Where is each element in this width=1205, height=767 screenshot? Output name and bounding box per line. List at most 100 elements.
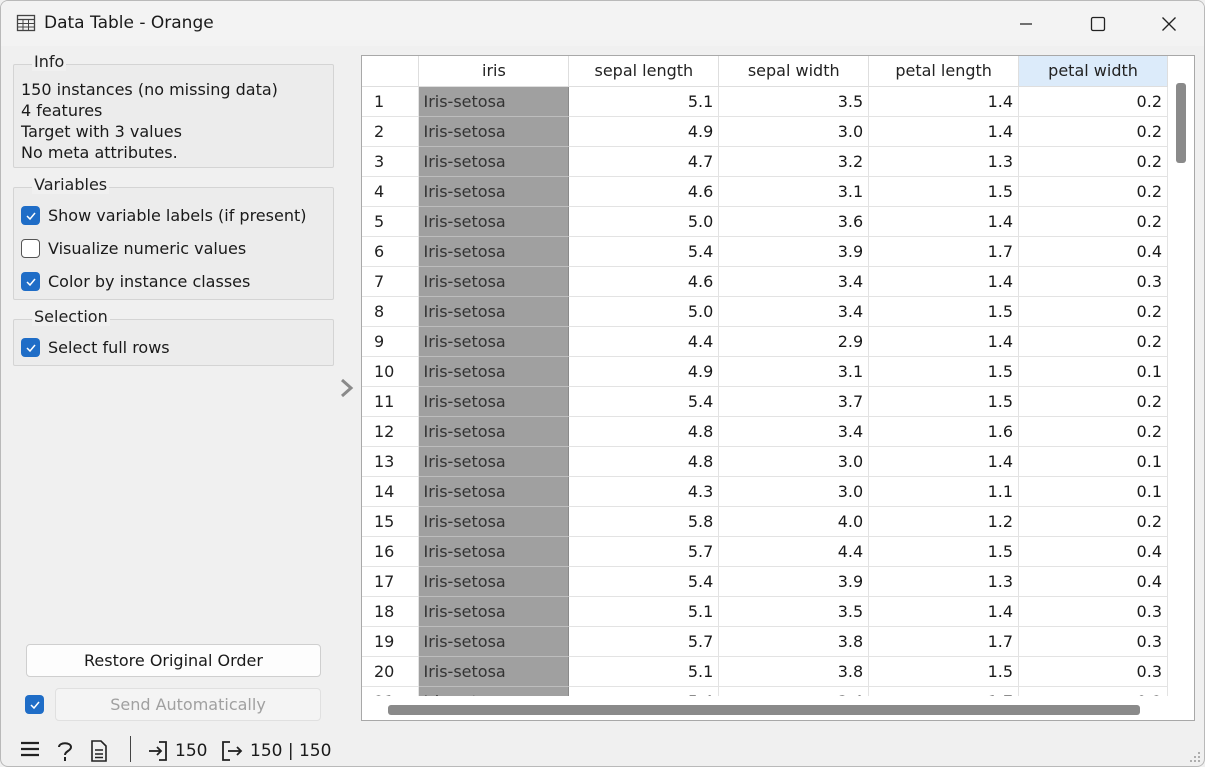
value-cell[interactable]: 1.2 — [868, 506, 1020, 537]
table-row[interactable]: 17 Iris-setosa 5.4 3.9 1.3 0.4 — [362, 566, 1168, 597]
row-number[interactable]: 10 — [362, 356, 420, 387]
row-number[interactable]: 19 — [362, 626, 420, 657]
value-cell[interactable]: 0.4 — [1018, 566, 1168, 597]
value-cell[interactable]: 1.7 — [868, 626, 1020, 657]
value-cell[interactable]: 0.2 — [1018, 416, 1168, 447]
value-cell[interactable]: 0.3 — [1018, 596, 1168, 627]
value-cell[interactable]: 0.3 — [1018, 626, 1168, 657]
class-cell[interactable]: Iris-setosa — [418, 656, 570, 687]
send-automatically-checkbox[interactable] — [25, 695, 52, 715]
value-cell[interactable]: 5.0 — [568, 206, 720, 237]
table-row[interactable]: 4 Iris-setosa 4.6 3.1 1.5 0.2 — [362, 176, 1168, 207]
class-cell[interactable]: Iris-setosa — [418, 476, 570, 507]
value-cell[interactable]: 4.6 — [568, 176, 720, 207]
row-number[interactable]: 21 — [362, 686, 420, 696]
value-cell[interactable]: 0.1 — [1018, 476, 1168, 507]
value-cell[interactable]: 1.4 — [868, 206, 1020, 237]
value-cell[interactable]: 3.2 — [718, 146, 870, 177]
row-number[interactable]: 6 — [362, 236, 420, 267]
table-row[interactable]: 8 Iris-setosa 5.0 3.4 1.5 0.2 — [362, 296, 1168, 327]
value-cell[interactable]: 5.7 — [568, 626, 720, 657]
value-cell[interactable]: 1.5 — [868, 296, 1020, 327]
value-cell[interactable]: 3.4 — [718, 266, 870, 297]
row-number[interactable]: 20 — [362, 656, 420, 687]
value-cell[interactable]: 3.9 — [718, 236, 870, 267]
select-full-rows-checkbox[interactable]: Select full rows — [21, 338, 170, 357]
value-cell[interactable]: 5.0 — [568, 296, 720, 327]
value-cell[interactable]: 3.0 — [718, 116, 870, 147]
value-cell[interactable]: 4.9 — [568, 116, 720, 147]
value-cell[interactable]: 5.7 — [568, 536, 720, 567]
value-cell[interactable]: 5.4 — [568, 686, 720, 696]
menu-button[interactable] — [20, 740, 40, 758]
table-row[interactable]: 16 Iris-setosa 5.7 4.4 1.5 0.4 — [362, 536, 1168, 567]
value-cell[interactable]: 1.4 — [868, 116, 1020, 147]
column-header-petal-length[interactable]: petal length — [868, 56, 1020, 87]
value-cell[interactable]: 4.7 — [568, 146, 720, 177]
table-row[interactable]: 7 Iris-setosa 4.6 3.4 1.4 0.3 — [362, 266, 1168, 297]
class-cell[interactable]: Iris-setosa — [418, 596, 570, 627]
value-cell[interactable]: 5.4 — [568, 386, 720, 417]
data-table[interactable]: iris sepal length sepal width petal length p… — [361, 55, 1195, 721]
table-row[interactable]: 10 Iris-setosa 4.9 3.1 1.5 0.1 — [362, 356, 1168, 387]
header-corner[interactable] — [362, 56, 420, 87]
class-cell[interactable]: Iris-setosa — [418, 416, 570, 447]
value-cell[interactable]: 2.9 — [718, 326, 870, 357]
value-cell[interactable]: 5.1 — [568, 86, 720, 117]
value-cell[interactable]: 0.2 — [1018, 506, 1168, 537]
value-cell[interactable]: 3.7 — [718, 386, 870, 417]
column-header-sepal-width[interactable]: sepal width — [718, 56, 870, 87]
row-number[interactable]: 4 — [362, 176, 420, 207]
value-cell[interactable]: 0.2 — [1018, 146, 1168, 177]
value-cell[interactable]: 4.9 — [568, 356, 720, 387]
value-cell[interactable]: 1.4 — [868, 596, 1020, 627]
input-summary[interactable]: 150 — [147, 740, 207, 762]
class-cell[interactable]: Iris-setosa — [418, 566, 570, 597]
class-cell[interactable]: Iris-setosa — [418, 116, 570, 147]
table-row[interactable]: 3 Iris-setosa 4.7 3.2 1.3 0.2 — [362, 146, 1168, 177]
value-cell[interactable]: 1.5 — [868, 386, 1020, 417]
value-cell[interactable]: 0.3 — [1018, 656, 1168, 687]
class-cell[interactable]: Iris-setosa — [418, 236, 570, 267]
value-cell[interactable]: 0.2 — [1018, 176, 1168, 207]
row-number[interactable]: 9 — [362, 326, 420, 357]
show-variable-labels-checkbox[interactable]: Show variable labels (if present) — [21, 206, 306, 225]
value-cell[interactable]: 3.9 — [718, 566, 870, 597]
value-cell[interactable]: 0.2 — [1018, 296, 1168, 327]
value-cell[interactable]: 3.0 — [718, 476, 870, 507]
class-cell[interactable]: Iris-setosa — [418, 686, 570, 696]
row-number[interactable]: 11 — [362, 386, 420, 417]
horizontal-scrollbar-thumb[interactable] — [388, 705, 1140, 715]
vertical-scrollbar-thumb[interactable] — [1176, 83, 1186, 163]
value-cell[interactable]: 1.7 — [868, 686, 1020, 696]
value-cell[interactable]: 4.3 — [568, 476, 720, 507]
table-row[interactable]: 12 Iris-setosa 4.8 3.4 1.6 0.2 — [362, 416, 1168, 447]
value-cell[interactable]: 1.4 — [868, 86, 1020, 117]
value-cell[interactable]: 3.1 — [718, 356, 870, 387]
class-cell[interactable]: Iris-setosa — [418, 326, 570, 357]
table-row[interactable]: 2 Iris-setosa 4.9 3.0 1.4 0.2 — [362, 116, 1168, 147]
color-by-class-checkbox[interactable]: Color by instance classes — [21, 272, 250, 291]
output-summary[interactable]: 150 | 150 — [220, 740, 331, 762]
value-cell[interactable]: 3.8 — [718, 656, 870, 687]
column-header-sepal-length[interactable]: sepal length — [568, 56, 720, 87]
maximize-button[interactable] — [1063, 1, 1133, 46]
row-number[interactable]: 3 — [362, 146, 420, 177]
class-cell[interactable]: Iris-setosa — [418, 386, 570, 417]
value-cell[interactable]: 1.5 — [868, 176, 1020, 207]
table-row[interactable]: 21Iris-setosa5.43.41.70.2 — [362, 686, 1168, 696]
value-cell[interactable]: 4.6 — [568, 266, 720, 297]
value-cell[interactable]: 5.8 — [568, 506, 720, 537]
row-number[interactable]: 17 — [362, 566, 420, 597]
value-cell[interactable]: 0.1 — [1018, 446, 1168, 477]
value-cell[interactable]: 0.2 — [1018, 326, 1168, 357]
value-cell[interactable]: 5.4 — [568, 236, 720, 267]
table-row[interactable]: 14 Iris-setosa 4.3 3.0 1.1 0.1 — [362, 476, 1168, 507]
row-number[interactable]: 8 — [362, 296, 420, 327]
value-cell[interactable]: 1.5 — [868, 656, 1020, 687]
chevron-right-icon[interactable] — [338, 377, 356, 399]
close-button[interactable] — [1134, 1, 1204, 46]
restore-original-order-button[interactable]: Restore Original Order — [26, 644, 321, 677]
table-row[interactable]: 20 Iris-setosa 5.1 3.8 1.5 0.3 — [362, 656, 1168, 687]
data-grid[interactable]: iris sepal length sepal width petal length p… — [362, 56, 1168, 696]
